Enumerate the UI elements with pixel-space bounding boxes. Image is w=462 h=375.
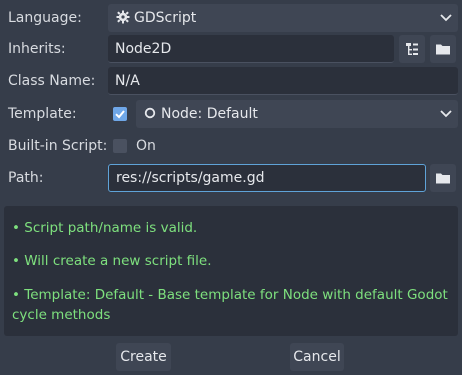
- create-button[interactable]: Create: [116, 343, 171, 371]
- inherits-tree-button[interactable]: [399, 35, 425, 63]
- chevron-down-icon: [440, 14, 452, 22]
- message-template-cont: cycle methods: [12, 307, 111, 323]
- language-value: GDScript: [134, 10, 197, 26]
- language-dropdown[interactable]: GDScript: [108, 4, 458, 32]
- builtin-script-label: Built-in Script:: [8, 138, 108, 154]
- inherits-browse-button[interactable]: [430, 35, 456, 63]
- validation-messages-panel: • Script path/name is valid. • Will crea…: [4, 206, 458, 336]
- path-label: Path:: [8, 170, 44, 186]
- folder-icon: [436, 44, 450, 55]
- checkmark-icon: [115, 110, 125, 119]
- inherits-input[interactable]: Node2D: [108, 35, 394, 63]
- path-browse-button[interactable]: [430, 164, 456, 192]
- class-tree-icon: [406, 43, 418, 55]
- template-checkbox[interactable]: [113, 107, 127, 121]
- folder-icon: [436, 173, 450, 184]
- builtin-script-checkbox[interactable]: [113, 139, 127, 153]
- inherits-label: Inherits:: [8, 41, 66, 57]
- template-dropdown[interactable]: Node: Default: [136, 100, 458, 128]
- cancel-button[interactable]: Cancel: [290, 343, 344, 371]
- chevron-down-icon: [440, 110, 452, 118]
- message-new-file: • Will create a new script file.: [12, 253, 212, 269]
- class-name-value: N/A: [115, 73, 140, 89]
- template-value: Node: Default: [161, 106, 258, 122]
- node-circle-icon: [144, 107, 156, 119]
- path-value: res://scripts/game.gd: [116, 170, 265, 186]
- message-path-valid: • Script path/name is valid.: [12, 220, 198, 236]
- path-input[interactable]: res://scripts/game.gd: [108, 164, 426, 192]
- language-label: Language:: [8, 10, 82, 26]
- template-label: Template:: [8, 106, 77, 122]
- inherits-value: Node2D: [115, 41, 172, 57]
- class-name-label: Class Name:: [8, 73, 96, 89]
- class-name-field: N/A: [108, 67, 458, 95]
- builtin-on-label[interactable]: On: [136, 136, 156, 156]
- gear-icon: [116, 10, 130, 24]
- message-template: • Template: Default - Base template for …: [12, 287, 448, 303]
